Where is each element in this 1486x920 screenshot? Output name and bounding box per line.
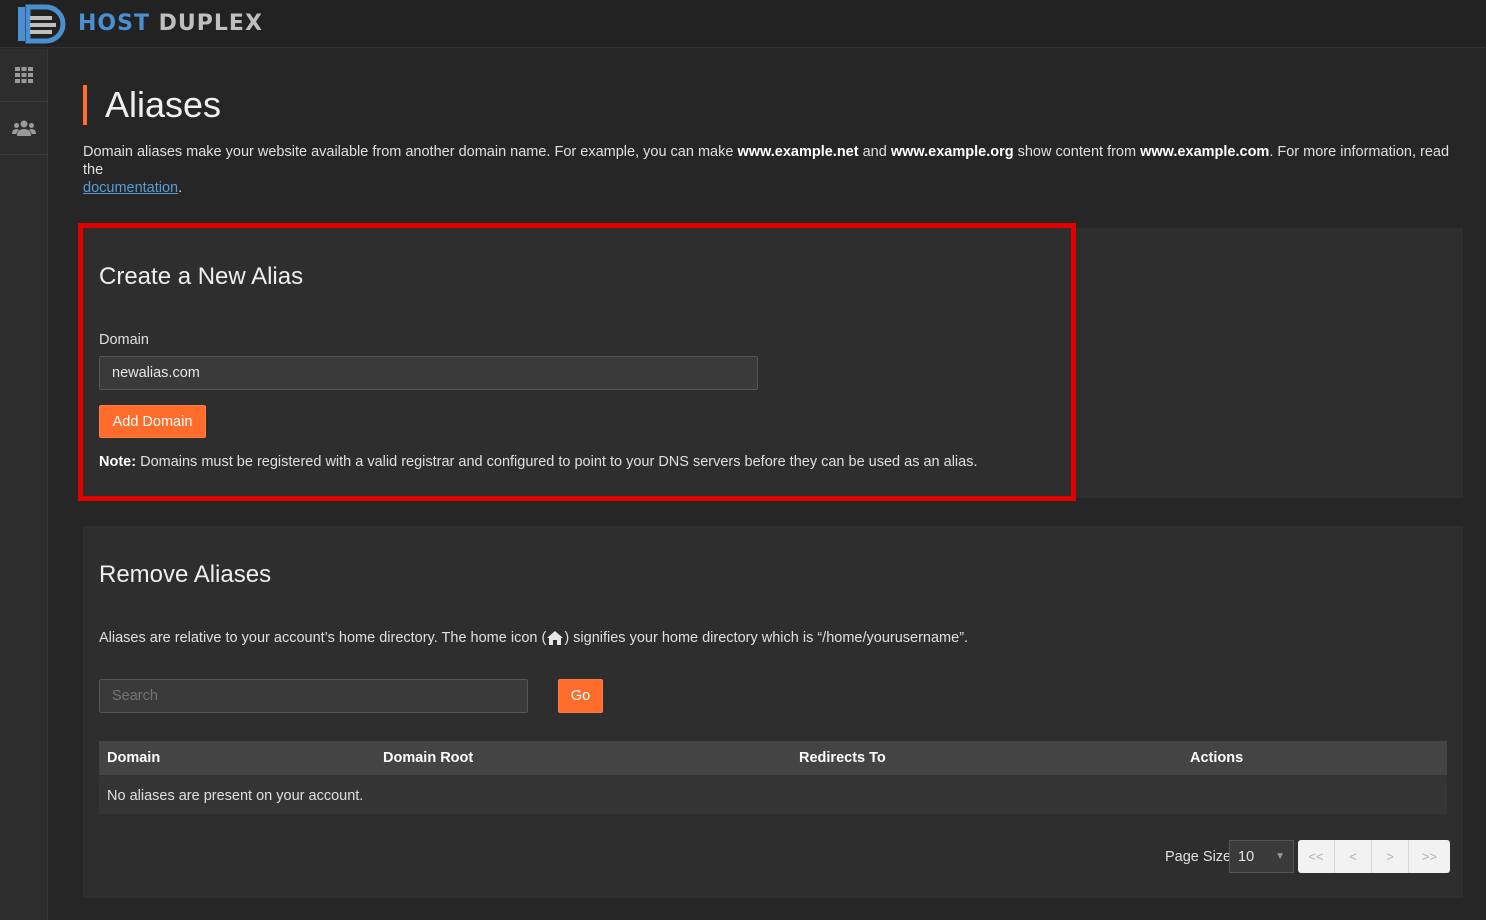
col-redirects-to[interactable]: Redirects To — [799, 750, 886, 766]
sidebar — [0, 49, 48, 920]
grid-icon — [14, 67, 33, 83]
last-page-button[interactable]: >> — [1409, 840, 1450, 873]
table-header: Domain Domain Root Redirects To Actions — [99, 741, 1447, 777]
brand-word-duplex: DUPLEX — [158, 11, 263, 36]
brand-logo[interactable]: HOST DUPLEX — [16, 3, 263, 44]
search-input[interactable] — [99, 679, 528, 713]
note-text: Domains must be registered with a valid … — [136, 454, 978, 470]
intro-example-org: www.example.org — [890, 144, 1014, 160]
intro-example-net: www.example.net — [737, 144, 859, 160]
domain-label: Domain — [99, 332, 149, 348]
remove-aliases-panel: Remove Aliases Aliases are relative to y… — [83, 526, 1463, 898]
intro-text: and — [858, 144, 891, 160]
chevron-down-icon: ▼ — [1275, 851, 1285, 862]
page-size-label: Page Size — [1165, 849, 1232, 865]
go-button[interactable]: Go — [558, 679, 603, 713]
col-domain[interactable]: Domain — [107, 750, 160, 766]
remove-description: Aliases are relative to your account’s h… — [99, 630, 968, 646]
note-label: Note: — [99, 454, 137, 470]
create-note: Note: Domains must be registered with a … — [99, 454, 978, 470]
prev-page-button[interactable]: < — [1335, 840, 1372, 873]
first-page-button[interactable]: << — [1298, 840, 1335, 873]
table-empty-row: No aliases are present on your account. — [99, 777, 1447, 814]
intro-example-com: www.example.com — [1140, 144, 1270, 160]
page-size-value: 10 — [1238, 848, 1255, 865]
documentation-link[interactable]: documentation — [83, 180, 178, 196]
col-domain-root[interactable]: Domain Root — [383, 750, 473, 766]
home-icon — [547, 631, 564, 645]
page-size-select[interactable]: 10 ▼ — [1229, 840, 1294, 873]
pagination: << < > >> — [1298, 840, 1450, 873]
sidebar-item-users[interactable] — [0, 102, 47, 155]
remove-desc-text: ) signifies your home directory which is… — [564, 630, 969, 646]
intro-text: Domain aliases make your website availab… — [83, 144, 738, 160]
remove-aliases-heading: Remove Aliases — [99, 561, 272, 588]
next-page-button[interactable]: > — [1372, 840, 1409, 873]
sidebar-item-apps[interactable] — [0, 49, 47, 102]
add-domain-button[interactable]: Add Domain — [99, 405, 206, 438]
intro-text: . — [178, 180, 183, 196]
host-duplex-logo-icon — [18, 3, 66, 43]
brand-word-host: HOST — [78, 11, 150, 36]
create-alias-heading: Create a New Alias — [99, 263, 304, 290]
create-alias-panel: Create a New Alias Domain Add Domain Not… — [83, 228, 1463, 498]
intro-text: show content from — [1013, 144, 1141, 160]
page-title: Aliases — [83, 85, 221, 125]
domain-input[interactable] — [99, 356, 758, 390]
col-actions: Actions — [1190, 750, 1244, 766]
brand-name: HOST DUPLEX — [78, 11, 263, 36]
remove-desc-text: Aliases are relative to your account’s h… — [99, 630, 547, 646]
page-intro: Domain aliases make your website availab… — [83, 143, 1463, 197]
top-bar: HOST DUPLEX — [0, 0, 1486, 48]
aliases-table: Domain Domain Root Redirects To Actions … — [99, 741, 1447, 814]
users-icon — [11, 120, 36, 136]
